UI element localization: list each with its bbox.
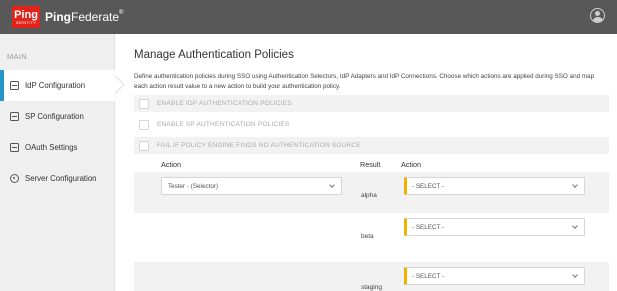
policy-row: beta - SELECT - <box>134 217 609 258</box>
column-header-action: Action <box>161 159 181 169</box>
trademark: ® <box>119 10 124 16</box>
sidebar-item-label: IdP Configuration <box>25 81 86 90</box>
checkbox-label: ENABLE IDP AUTHENTICATION POLICIES <box>157 100 292 107</box>
sidebar-heading: MAIN <box>7 52 27 61</box>
enable-sp-policies-checkbox[interactable] <box>139 119 149 130</box>
chevron-down-icon <box>572 223 578 229</box>
column-header-result-action: Action <box>401 159 421 169</box>
result-action-select-beta[interactable]: - SELECT - <box>404 218 585 236</box>
policy-row: staging - SELECT - <box>134 262 609 291</box>
fail-no-source-checkbox[interactable] <box>139 140 149 151</box>
checkbox-label: ENABLE SP AUTHENTICATION POLICIES <box>157 121 290 128</box>
fail-no-source-row: FAIL IF POLICY ENGINE FINDS NO AUTHENTIC… <box>134 137 609 154</box>
enable-sp-policies-row: ENABLE SP AUTHENTICATION POLICIES <box>134 116 609 133</box>
sidebar-item-label: Server Configuration <box>25 174 97 183</box>
gear-icon <box>10 174 19 183</box>
page-title: Manage Authentication Policies <box>134 49 294 61</box>
select-value: - SELECT - <box>412 223 445 231</box>
sp-icon <box>10 112 19 121</box>
select-value: - SELECT - <box>412 272 445 280</box>
sidebar: MAIN IdP Configuration SP Configuration … <box>0 34 115 291</box>
ping-badge-subtext: IDENTITY <box>15 19 37 25</box>
sidebar-item-label: OAuth Settings <box>25 143 78 152</box>
page-description: Define authentication policies during SS… <box>134 73 595 90</box>
chevron-down-icon <box>572 272 578 278</box>
product-name: PingFederate® <box>45 10 123 24</box>
column-header-result: Result <box>360 159 381 169</box>
oauth-icon <box>10 143 19 152</box>
result-label: staging <box>361 284 382 291</box>
action-select-value: Tester - (Selector) <box>168 182 219 190</box>
product-name-bold: Ping <box>45 10 71 24</box>
idp-icon <box>10 81 19 90</box>
enable-idp-policies-row: ENABLE IDP AUTHENTICATION POLICIES <box>134 95 609 112</box>
sidebar-item-oauth-settings[interactable]: OAuth Settings <box>0 132 114 163</box>
result-action-select-alpha[interactable]: - SELECT - <box>404 177 585 195</box>
result-label: alpha <box>361 192 377 199</box>
checkbox-label: FAIL IF POLICY ENGINE FINDS NO AUTHENTIC… <box>157 142 361 149</box>
user-icon[interactable] <box>590 8 605 23</box>
ping-badge: Ping IDENTITY <box>12 6 40 28</box>
pingfederate-logo[interactable]: Ping IDENTITY PingFederate® <box>12 6 123 28</box>
main-content: Manage Authentication Policies Define au… <box>134 34 609 291</box>
sidebar-item-label: SP Configuration <box>25 112 84 121</box>
action-select[interactable]: Tester - (Selector) <box>161 177 342 195</box>
enable-idp-policies-checkbox[interactable] <box>139 98 149 109</box>
policy-table-header: Action Result Action <box>134 157 609 171</box>
sidebar-item-sp-configuration[interactable]: SP Configuration <box>0 101 114 132</box>
result-label: beta <box>361 233 374 240</box>
sidebar-item-idp-configuration[interactable]: IdP Configuration <box>0 70 115 101</box>
product-name-rest: Federate <box>71 10 120 24</box>
top-bar: Ping IDENTITY PingFederate® <box>0 0 617 34</box>
chevron-down-icon <box>329 182 335 188</box>
chevron-down-icon <box>572 182 578 188</box>
ping-badge-text: Ping <box>14 8 38 21</box>
select-value: - SELECT - <box>412 182 445 190</box>
policy-row: Tester - (Selector) alpha - SELECT - <box>134 172 609 213</box>
sidebar-item-server-configuration[interactable]: Server Configuration <box>0 163 114 194</box>
result-action-select-staging[interactable]: - SELECT - <box>404 267 585 285</box>
